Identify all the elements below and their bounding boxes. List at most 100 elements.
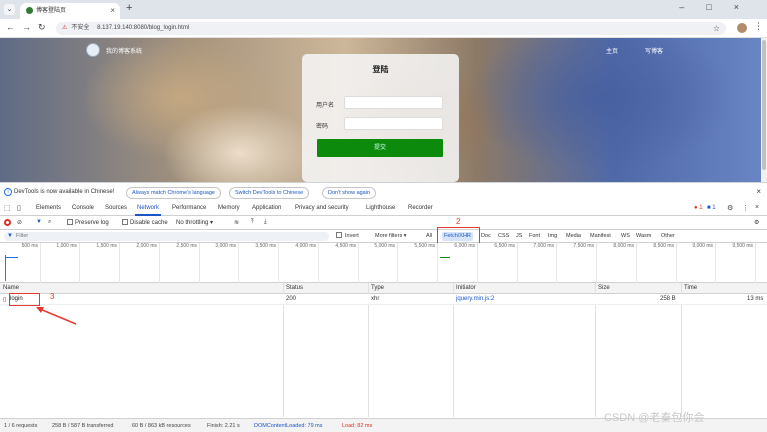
filter-manifest[interactable]: Manifest xyxy=(588,232,613,241)
page-scrollbar-thumb[interactable] xyxy=(762,40,766,170)
invert-box[interactable] xyxy=(336,232,342,238)
dont-show-again-button[interactable]: Don't show again xyxy=(322,187,377,199)
column-name[interactable]: Name xyxy=(3,285,19,291)
filter-wasm[interactable]: Wasm xyxy=(634,232,653,241)
nav-home-link[interactable]: 主页 xyxy=(606,46,618,55)
throttling-select[interactable]: No throttling ▾ xyxy=(176,219,213,226)
nav-write-link[interactable]: 写博客 xyxy=(645,46,663,55)
tab-privacy-security[interactable]: Privacy and security xyxy=(295,205,349,211)
message-count-badge[interactable]: ■ 1 xyxy=(707,205,716,211)
devtools-language-infobar: i DevTools is now available in Chinese! … xyxy=(0,182,767,202)
devtools-close-icon[interactable]: × xyxy=(755,204,759,211)
back-arrow-icon[interactable]: ← xyxy=(6,22,15,32)
preserve-log-box[interactable] xyxy=(67,219,73,225)
disable-cache-checkbox[interactable]: Disable cache xyxy=(122,219,168,226)
minimize-icon[interactable]: – xyxy=(679,2,706,12)
new-tab-plus-icon[interactable]: + xyxy=(126,2,132,14)
not-secure-warning-icon[interactable]: ⚠ xyxy=(62,25,67,31)
username-input[interactable] xyxy=(344,96,443,109)
export-har-icon[interactable]: ⤓ xyxy=(264,219,267,226)
filter-toggle-icon[interactable]: ▼ xyxy=(36,219,42,225)
timeline-tick-label: 2,000 ms xyxy=(136,243,157,249)
tab-console[interactable]: Console xyxy=(72,205,94,211)
table-row[interactable]: {} login 200 xhr jquery.min.js:2 258 B 1… xyxy=(0,294,767,305)
more-filters-label: More filters xyxy=(375,233,403,239)
window-close-icon[interactable]: × xyxy=(734,2,761,12)
not-secure-label: 不安全 xyxy=(71,25,90,31)
filter-img[interactable]: Img xyxy=(546,232,559,241)
devtools-menu-icon[interactable]: ⋮ xyxy=(742,204,749,212)
filter-other[interactable]: Other xyxy=(659,232,677,241)
annotation-number-3: 3 xyxy=(50,292,55,301)
bookmark-star-icon[interactable]: ☆ xyxy=(713,22,720,35)
request-initiator-link[interactable]: jquery.min.js:2 xyxy=(456,296,494,302)
filter-font[interactable]: Font xyxy=(527,232,542,241)
column-type[interactable]: Type xyxy=(371,285,384,291)
timeline-tick-label: 4,500 ms xyxy=(335,243,356,249)
filter-doc[interactable]: Doc xyxy=(479,232,493,241)
tab-sources[interactable]: Sources xyxy=(105,205,127,211)
tab-recorder[interactable]: Recorder xyxy=(408,205,433,211)
inspect-element-icon[interactable]: ⬚ xyxy=(4,204,11,212)
filter-css[interactable]: CSS xyxy=(496,232,511,241)
tab-network[interactable]: Network xyxy=(134,205,162,216)
url-text[interactable]: 8.137.19.140:8080/blog_login.html xyxy=(97,25,189,31)
record-icon[interactable] xyxy=(4,219,11,226)
tab-performance[interactable]: Performance xyxy=(172,205,206,211)
network-conditions-icon[interactable]: ≋ xyxy=(234,219,239,226)
error-count-badge[interactable]: ● 1 xyxy=(694,205,703,211)
settings-gear-icon[interactable]: ⚙ xyxy=(727,204,733,212)
info-icon: i xyxy=(4,188,12,196)
column-size[interactable]: Size xyxy=(598,285,610,291)
switch-to-chinese-button[interactable]: Switch DevTools to Chinese xyxy=(229,187,310,199)
filter-funnel-icon: ▼ xyxy=(7,233,13,239)
preserve-log-checkbox[interactable]: Preserve log xyxy=(67,219,109,226)
load-time: Load: 82 ms xyxy=(342,423,373,429)
address-bar[interactable]: ⚠ 不安全 8.137.19.140:8080/blog_login.html ☆ xyxy=(56,22,726,35)
filter-ws[interactable]: WS xyxy=(619,232,632,241)
more-filters-dropdown[interactable]: More filters ▾ xyxy=(373,232,409,241)
page-scrollbar[interactable] xyxy=(761,38,767,182)
browser-menu-icon[interactable]: ⋮ xyxy=(754,21,763,32)
column-time[interactable]: Time xyxy=(684,285,697,291)
filter-media[interactable]: Media xyxy=(564,232,583,241)
filter-input[interactable]: ▼ Filter xyxy=(4,232,329,241)
column-initiator[interactable]: Initiator xyxy=(456,285,476,291)
search-icon[interactable]: ⌕ xyxy=(48,219,51,226)
clear-icon[interactable]: ⊘ xyxy=(17,219,22,226)
timeline-tick: 7,000 ms xyxy=(533,243,557,283)
filter-js[interactable]: JS xyxy=(514,232,524,241)
tab-close-icon[interactable]: × xyxy=(110,3,115,19)
timeline-tick-label: 3,000 ms xyxy=(215,243,236,249)
network-settings-icon[interactable]: ⚙ xyxy=(754,219,759,226)
column-status[interactable]: Status xyxy=(286,285,303,291)
timeline-tick: 5,000 ms xyxy=(374,243,398,283)
submit-button[interactable]: 提交 xyxy=(317,139,443,157)
invert-checkbox[interactable]: Invert xyxy=(334,232,361,241)
reload-icon[interactable]: ↻ xyxy=(38,22,46,33)
finish-time: Finish: 2.21 s xyxy=(207,423,240,429)
forward-arrow-icon[interactable]: → xyxy=(22,22,31,32)
maximize-icon[interactable]: □ xyxy=(706,2,733,12)
device-toolbar-icon[interactable]: ▯ xyxy=(17,204,21,212)
tab-search-chevron-icon[interactable]: ⌄ xyxy=(4,4,15,15)
password-input[interactable] xyxy=(344,117,443,130)
tab-application[interactable]: Application xyxy=(252,205,281,211)
match-language-button[interactable]: Always match Chrome's language xyxy=(126,187,221,199)
timeline-tick: 8,500 ms xyxy=(653,243,677,283)
timeline-tick-label: 1,500 ms xyxy=(96,243,117,249)
import-har-icon[interactable]: ⤒ xyxy=(251,219,254,226)
tab-lighthouse[interactable]: Lighthouse xyxy=(366,205,395,211)
timeline-tick: 8,000 ms xyxy=(613,243,637,283)
tab-memory[interactable]: Memory xyxy=(218,205,240,211)
filter-all[interactable]: All xyxy=(424,232,434,241)
request-count: 1 / 6 requests xyxy=(4,423,38,429)
network-timeline-overview[interactable]: 500 ms 1,000 ms 1,500 ms 2,000 ms 2,500 ms 3,… xyxy=(0,243,767,283)
infobar-message: DevTools is now available in Chinese! xyxy=(14,189,115,195)
disable-cache-box[interactable] xyxy=(122,219,128,225)
tab-elements[interactable]: Elements xyxy=(36,205,61,211)
browser-tab[interactable]: 博客登陆页 × xyxy=(20,3,120,19)
infobar-close-icon[interactable]: × xyxy=(756,187,761,196)
profile-avatar[interactable] xyxy=(737,23,747,33)
timeline-tick: 1,000 ms xyxy=(56,243,80,283)
